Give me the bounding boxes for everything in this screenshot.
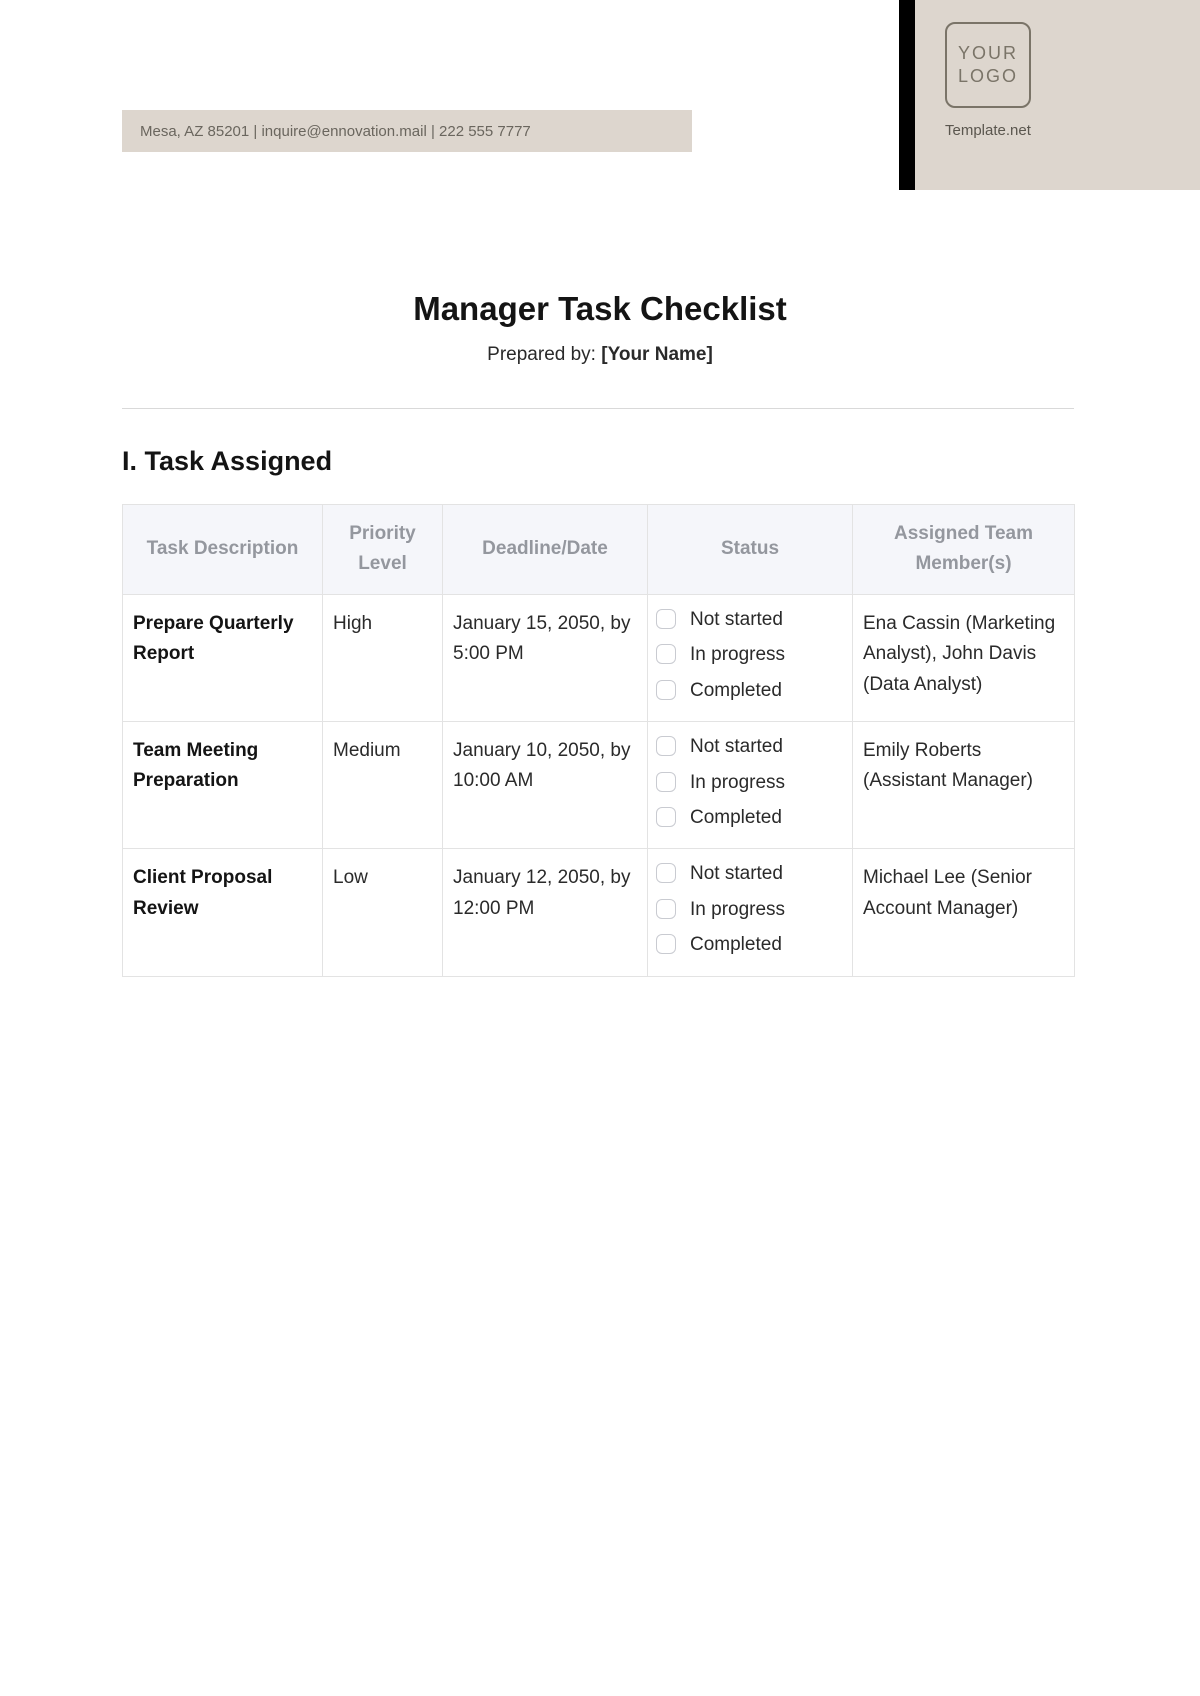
checkbox-icon[interactable] bbox=[656, 934, 676, 954]
table-row: Team Meeting Preparation Medium January … bbox=[123, 722, 1075, 849]
section-heading-task-assigned: I. Task Assigned bbox=[122, 446, 332, 477]
checkbox-icon[interactable] bbox=[656, 863, 676, 883]
checkbox-icon[interactable] bbox=[656, 736, 676, 756]
status-option: In progress bbox=[656, 895, 844, 924]
col-header-description: Task Description bbox=[123, 505, 323, 595]
status-option: Not started bbox=[656, 605, 844, 634]
status-label: In progress bbox=[690, 640, 785, 669]
prepared-label: Prepared by: bbox=[487, 344, 601, 365]
col-header-assigned: Assigned Team Member(s) bbox=[853, 505, 1075, 595]
cell-assigned: Emily Roberts (Assistant Manager) bbox=[853, 722, 1075, 849]
status-label: Completed bbox=[690, 803, 782, 832]
status-option: In progress bbox=[656, 640, 844, 669]
logo-text-line1: YOUR bbox=[958, 42, 1018, 65]
checkbox-icon[interactable] bbox=[656, 772, 676, 792]
side-accent-bar bbox=[899, 0, 915, 190]
status-label: Completed bbox=[690, 676, 782, 705]
cell-deadline: January 15, 2050, by 5:00 PM bbox=[443, 594, 648, 721]
cell-priority: Medium bbox=[323, 722, 443, 849]
cell-priority: Low bbox=[323, 849, 443, 976]
status-option: Completed bbox=[656, 676, 844, 705]
col-header-status: Status bbox=[648, 505, 853, 595]
col-header-priority: Priority Level bbox=[323, 505, 443, 595]
cell-status: Not started In progress Completed bbox=[648, 722, 853, 849]
side-panel: YOUR LOGO Template.net bbox=[915, 0, 1200, 190]
status-option: In progress bbox=[656, 768, 844, 797]
cell-assigned: Ena Cassin (Marketing Analyst), John Dav… bbox=[853, 594, 1075, 721]
cell-status: Not started In progress Completed bbox=[648, 849, 853, 976]
table-header-row: Task Description Priority Level Deadline… bbox=[123, 505, 1075, 595]
status-label: Not started bbox=[690, 732, 783, 761]
checkbox-icon[interactable] bbox=[656, 899, 676, 919]
cell-description: Client Proposal Review bbox=[123, 849, 323, 976]
table-row: Client Proposal Review Low January 12, 2… bbox=[123, 849, 1075, 976]
status-label: Not started bbox=[690, 605, 783, 634]
checkbox-icon[interactable] bbox=[656, 644, 676, 664]
cell-deadline: January 12, 2050, by 12:00 PM bbox=[443, 849, 648, 976]
col-header-deadline: Deadline/Date bbox=[443, 505, 648, 595]
cell-status: Not started In progress Completed bbox=[648, 594, 853, 721]
cell-assigned: Michael Lee (Senior Account Manager) bbox=[853, 849, 1075, 976]
logo-placeholder: YOUR LOGO bbox=[945, 22, 1031, 108]
task-table: Task Description Priority Level Deadline… bbox=[122, 504, 1075, 977]
checkbox-icon[interactable] bbox=[656, 609, 676, 629]
logo-caption: Template.net bbox=[945, 122, 1031, 139]
page-title: Manager Task Checklist bbox=[0, 290, 1200, 328]
status-label: In progress bbox=[690, 895, 785, 924]
status-option: Not started bbox=[656, 732, 844, 761]
table-row: Prepare Quarterly Report High January 15… bbox=[123, 594, 1075, 721]
status-label: Completed bbox=[690, 930, 782, 959]
prepared-by: Prepared by: [Your Name] bbox=[0, 344, 1200, 366]
cell-deadline: January 10, 2050, by 10:00 AM bbox=[443, 722, 648, 849]
status-option: Not started bbox=[656, 859, 844, 888]
contact-info-bar: Mesa, AZ 85201 | inquire@ennovation.mail… bbox=[122, 110, 692, 152]
cell-priority: High bbox=[323, 594, 443, 721]
status-label: Not started bbox=[690, 859, 783, 888]
cell-description: Prepare Quarterly Report bbox=[123, 594, 323, 721]
prepared-value: [Your Name] bbox=[601, 344, 713, 365]
checkbox-icon[interactable] bbox=[656, 680, 676, 700]
divider-line bbox=[122, 408, 1074, 409]
status-label: In progress bbox=[690, 768, 785, 797]
logo-text-line2: LOGO bbox=[958, 65, 1018, 88]
contact-info-text: Mesa, AZ 85201 | inquire@ennovation.mail… bbox=[140, 123, 531, 140]
cell-description: Team Meeting Preparation bbox=[123, 722, 323, 849]
status-option: Completed bbox=[656, 803, 844, 832]
status-option: Completed bbox=[656, 930, 844, 959]
checkbox-icon[interactable] bbox=[656, 807, 676, 827]
